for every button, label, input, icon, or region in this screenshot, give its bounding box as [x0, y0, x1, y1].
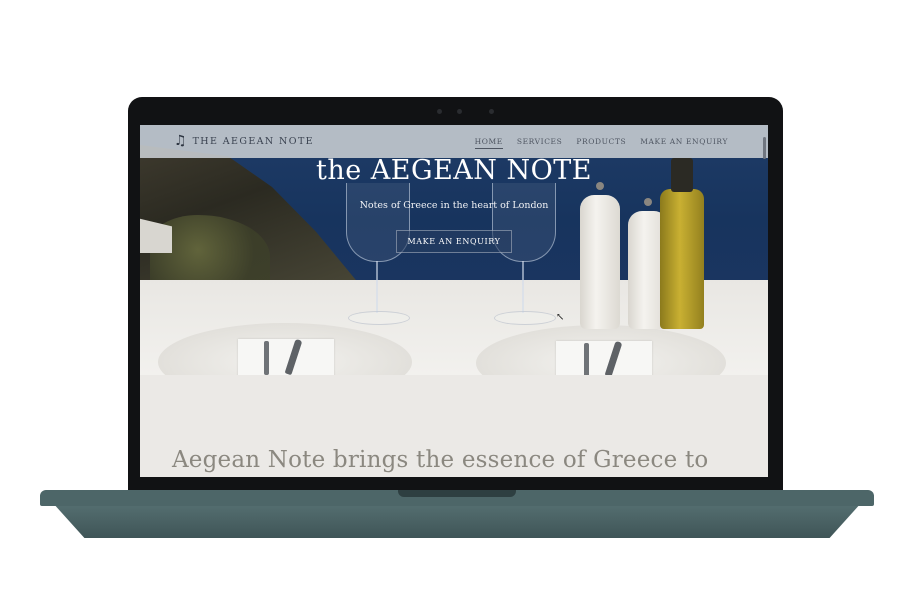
make-enquiry-button[interactable]: MAKE AN ENQUIRY	[396, 230, 512, 253]
mouse-cursor-icon: ↖	[556, 312, 565, 323]
nav-services[interactable]: SERVICES	[517, 137, 563, 149]
logo-text: THE AEGEAN NOTE	[192, 135, 315, 147]
hero-subtitle: Notes of Greece in the heart of London	[359, 200, 549, 211]
browser-screen: the AEGEAN NOTE Notes of Greece in the h…	[140, 125, 768, 477]
laptop-base-lower	[52, 502, 862, 538]
nav-products[interactable]: PRODUCTS	[576, 137, 626, 149]
fork-icon	[264, 341, 269, 375]
hero-title: the AEGEAN NOTE	[316, 155, 592, 186]
fork-icon	[584, 343, 589, 375]
laptop-hinge-notch	[398, 490, 516, 497]
intro-heading: Aegean Note brings the essence of Greece…	[172, 447, 709, 473]
nav-home[interactable]: HOME	[474, 137, 503, 149]
site-logo[interactable]: ♫ THE AEGEAN NOTE	[174, 134, 314, 148]
main-nav: HOME SERVICES PRODUCTS MAKE AN ENQUIRY	[474, 137, 728, 149]
nav-make-enquiry[interactable]: MAKE AN ENQUIRY	[640, 137, 728, 149]
hero-section: the AEGEAN NOTE Notes of Greece in the h…	[140, 125, 768, 375]
pepper-mill	[580, 195, 620, 329]
music-note-icon: ♫	[174, 133, 187, 149]
top-navigation: ♫ THE AEGEAN NOTE HOME SERVICES PRODUCTS…	[140, 125, 768, 159]
scrollbar[interactable]	[763, 137, 766, 159]
webcam	[433, 108, 501, 116]
